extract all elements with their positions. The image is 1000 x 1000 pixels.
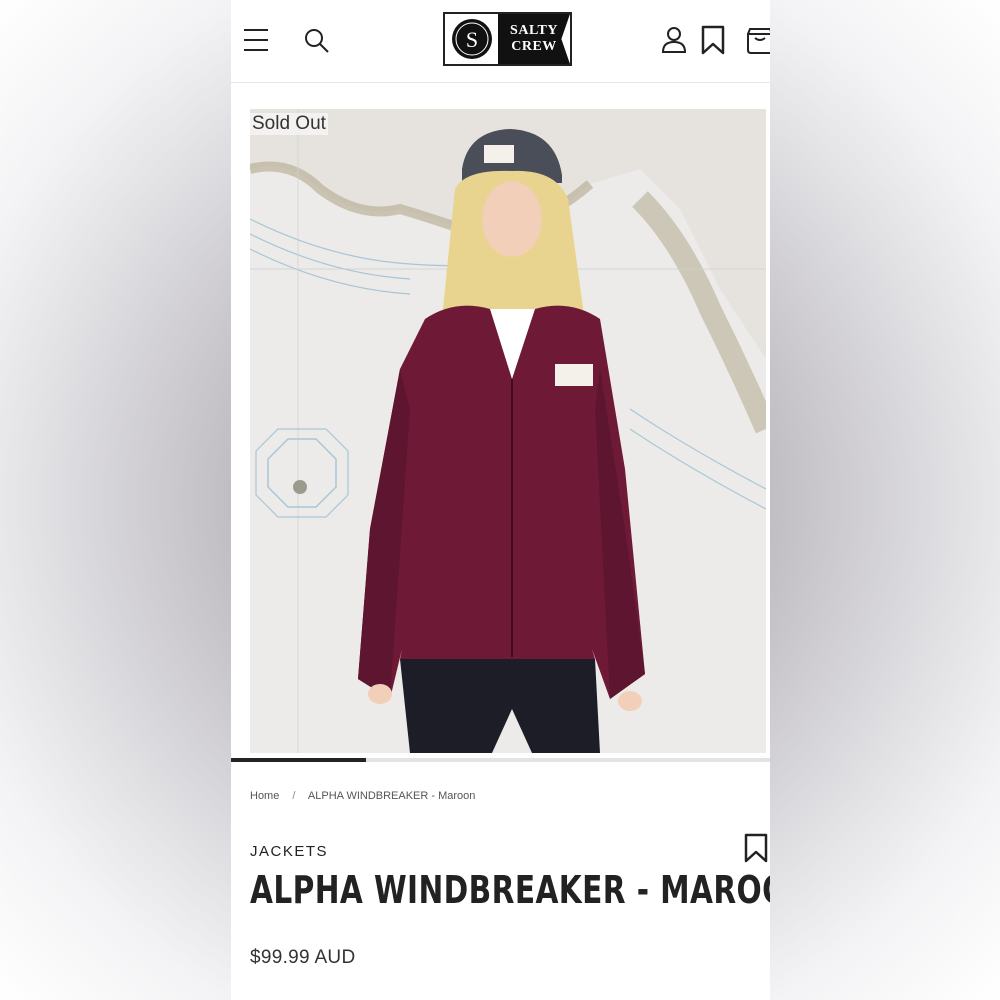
logo-wordmark: SALTY CREW — [498, 14, 570, 64]
product-price: $99.99 AUD — [250, 947, 356, 968]
wishlist-button[interactable] — [701, 25, 725, 55]
gallery-progress-fill — [231, 758, 366, 762]
breadcrumb-separator: / — [292, 790, 296, 802]
bookmark-icon — [701, 25, 725, 55]
breadcrumb: Home / ALPHA WINDBREAKER - Maroon — [250, 790, 475, 802]
brand-logo[interactable]: S SALTY CREW — [443, 12, 572, 66]
logo-mark: S — [445, 14, 498, 64]
product-category[interactable]: JACKETS — [250, 843, 328, 860]
product-photo — [250, 109, 766, 753]
search-button[interactable] — [303, 27, 331, 55]
product-title: ALPHA WINDBREAKER - MAROON — [250, 868, 770, 912]
product-image[interactable]: Sold Out — [250, 109, 766, 753]
search-icon — [305, 29, 329, 53]
menu-icon — [244, 29, 268, 51]
account-icon — [661, 27, 687, 53]
sold-out-badge: Sold Out — [250, 113, 328, 135]
bookmark-icon — [744, 833, 768, 863]
menu-button[interactable] — [243, 27, 271, 53]
svg-text:S: S — [465, 27, 477, 52]
cart-button[interactable] — [745, 25, 770, 55]
site-header: S SALTY CREW — [231, 0, 770, 83]
cart-icon — [747, 28, 770, 54]
save-to-wishlist-button[interactable] — [744, 833, 768, 863]
account-button[interactable] — [661, 25, 687, 55]
product-page: S SALTY CREW Sold Out Home / ALPHA WINDB… — [231, 0, 770, 1000]
gallery-progress-bar[interactable] — [231, 758, 770, 762]
breadcrumb-home[interactable]: Home — [250, 790, 279, 802]
breadcrumb-current: ALPHA WINDBREAKER - Maroon — [307, 790, 476, 802]
